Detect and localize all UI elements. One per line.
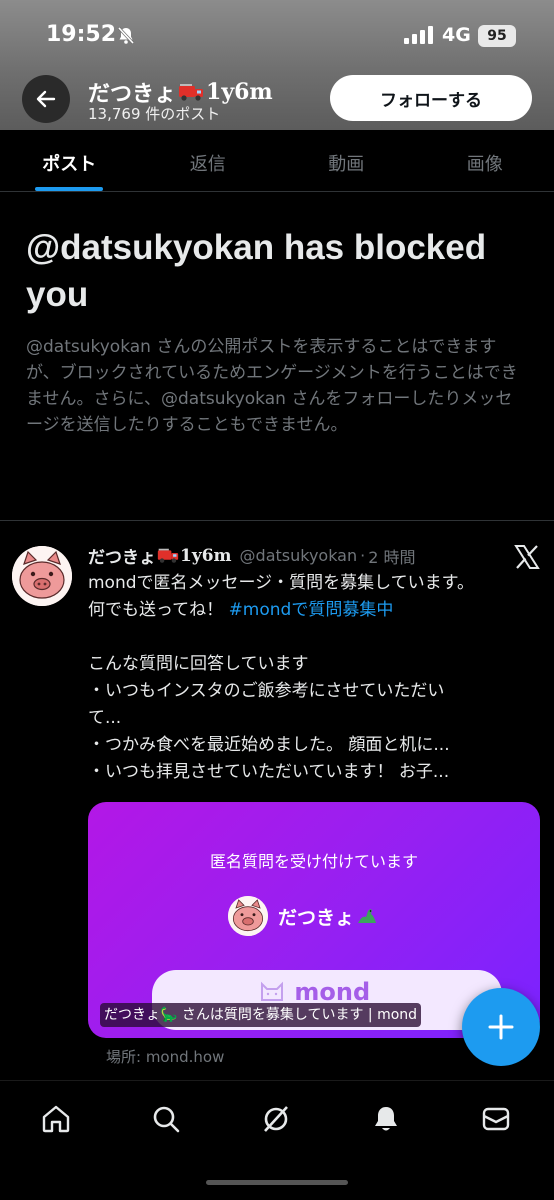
tab-label: ポスト (42, 154, 97, 175)
arrow-left-icon (36, 90, 56, 108)
home-indicator (206, 1180, 348, 1185)
blocked-description: @datsukyokan さんの公開ポストを表示することはできますが、ブロックさ… (26, 337, 518, 435)
bell-off-icon (117, 26, 135, 45)
follow-button[interactable]: フォローする (330, 75, 532, 121)
tweet-body: mondで匿名メッセージ・質問を募集しています。 何でも送ってね！ #mondで… (88, 570, 538, 786)
compose-button[interactable] (462, 988, 540, 1066)
pig-avatar-icon (228, 896, 268, 936)
mond-logo-text: mond (294, 978, 371, 1006)
tweet-line: ・いつもインスタのご飯参考にさせていただい (88, 681, 445, 701)
back-button[interactable] (22, 75, 70, 123)
tab-label: 動画 (328, 154, 365, 175)
mond-logo: mond (258, 978, 370, 1006)
tab-label: 画像 (466, 154, 503, 175)
home-icon (42, 1105, 70, 1133)
tweet-text: 何でも送ってね！ (88, 600, 229, 620)
tweet-author-handle[interactable]: @datsukyokan (240, 546, 358, 565)
tweet-author-name-suffix[interactable]: 1y6m (180, 546, 232, 566)
mail-icon (482, 1107, 510, 1131)
card-title: 匿名質問を受け付けています (209, 852, 418, 871)
status-bar: 19:52 4G 95 (0, 0, 554, 70)
tab-replies[interactable]: 返信 (139, 130, 278, 191)
nav-search[interactable] (148, 1101, 184, 1137)
cat-face-icon (261, 981, 283, 1001)
status-time: 19:52 (46, 22, 117, 47)
card-source-domain[interactable]: 場所: mond.how (106, 1046, 224, 1067)
plus-icon (488, 1014, 514, 1040)
post-count: 13,769 件のポスト (88, 105, 221, 123)
active-tab-indicator (35, 187, 104, 191)
tweet-line: ・いつも拝見させていただいています！ お子... (88, 762, 450, 782)
hashtag-link[interactable]: #mondで質問募集中 (229, 600, 394, 620)
tweet-line: て... (88, 708, 122, 728)
card-user: だつきょ (228, 896, 378, 936)
nav-grok[interactable] (258, 1101, 294, 1137)
network-type: 4G (442, 24, 471, 46)
divider (0, 520, 554, 521)
search-icon (153, 1106, 180, 1133)
tab-images[interactable]: 画像 (416, 130, 554, 191)
card-username: だつきょ (278, 906, 355, 929)
tweet-line: こんな質問に回答しています (88, 654, 309, 674)
tab-posts[interactable]: ポスト (0, 130, 139, 191)
tweet-author-name[interactable]: だつきょ (88, 543, 156, 568)
dinosaur-icon (358, 909, 377, 923)
blocked-title: @datsukyokan has blocked you (26, 228, 487, 314)
pig-avatar-icon (12, 546, 72, 606)
avatar[interactable] (12, 546, 72, 606)
fire-truck-icon (179, 84, 204, 101)
nav-messages[interactable] (478, 1101, 514, 1137)
tweet-line: 何でも送ってね！ #mondで質問募集中 (88, 597, 538, 624)
card-caption: だつきょ🦕 さんは質問を募集しています | mond (100, 1003, 422, 1027)
tweet-line: ・つかみ食べを最近始めました。 顔面と机に... (88, 735, 450, 755)
tab-videos[interactable]: 動画 (277, 130, 416, 191)
tweet-line: mondで匿名メッセージ・質問を募集しています。 (88, 573, 474, 593)
battery-indicator: 95 (478, 25, 516, 47)
signal-icon (404, 26, 433, 44)
tweet-header: だつきょ 1y6m @datsukyokan · 2 時間 (88, 543, 416, 569)
x-logo-icon (514, 545, 540, 569)
fire-truck-icon (157, 548, 179, 563)
separator-dot: · (360, 546, 366, 565)
tweet-timestamp[interactable]: 2 時間 (368, 544, 415, 568)
grok-icon (264, 1106, 288, 1132)
profile-tabs: ポスト 返信 動画 画像 (0, 130, 554, 192)
bell-icon (375, 1107, 397, 1131)
nav-home[interactable] (38, 1101, 74, 1137)
tab-label: 返信 (189, 154, 226, 175)
profile-name-suffix: 1y6m (206, 79, 273, 105)
nav-notifications[interactable] (368, 1101, 404, 1137)
card-avatar (228, 896, 268, 936)
